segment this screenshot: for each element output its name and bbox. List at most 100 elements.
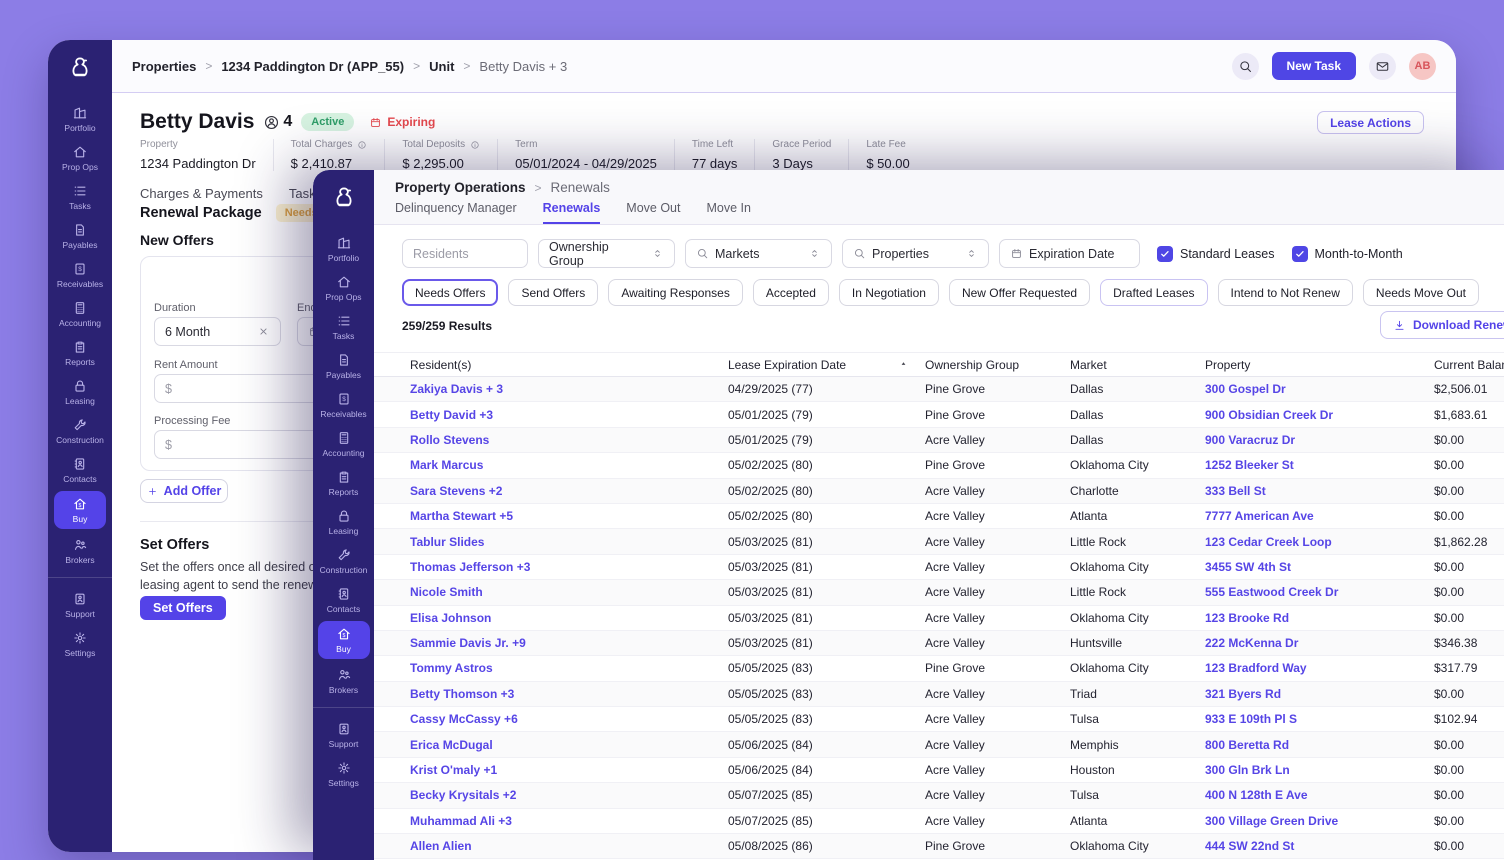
- table-row[interactable]: Zakiya Davis + 304/29/2025 (77)Pine Grov…: [374, 377, 1504, 402]
- resident-link[interactable]: Zakiya Davis + 3: [410, 382, 728, 396]
- expiration-date-field[interactable]: Expiration Date: [999, 239, 1140, 268]
- table-row[interactable]: Nicole Smith05/03/2025 (81)Acre ValleyLi…: [374, 580, 1504, 605]
- lease-actions-button[interactable]: Lease Actions: [1317, 111, 1424, 134]
- column-header-ownership-group[interactable]: Ownership Group: [925, 358, 1070, 372]
- property-link[interactable]: 300 Gln Brk Ln: [1205, 763, 1434, 777]
- properties-select[interactable]: Properties: [842, 239, 989, 268]
- sidebar-item-prop-ops[interactable]: Prop Ops: [48, 138, 112, 177]
- table-row[interactable]: Mark Marcus05/02/2025 (80)Pine GroveOkla…: [374, 453, 1504, 478]
- table-row[interactable]: Becky Krysitals +205/07/2025 (85)Acre Va…: [374, 783, 1504, 808]
- user-avatar[interactable]: AB: [1409, 53, 1436, 80]
- table-row[interactable]: Sammie Davis Jr. +905/03/2025 (81)Acre V…: [374, 631, 1504, 656]
- property-link[interactable]: 300 Gospel Dr: [1205, 382, 1434, 396]
- resident-link[interactable]: Betty David +3: [410, 408, 728, 422]
- resident-link[interactable]: Mark Marcus: [410, 458, 728, 472]
- filter-chip-accepted[interactable]: Accepted: [753, 279, 829, 306]
- duration-field[interactable]: [154, 317, 281, 346]
- column-header-market[interactable]: Market: [1070, 358, 1205, 372]
- resident-link[interactable]: Thomas Jefferson +3: [410, 560, 728, 574]
- filter-chip-drafted-leases[interactable]: Drafted Leases: [1100, 279, 1207, 306]
- filter-chip-awaiting-responses[interactable]: Awaiting Responses: [608, 279, 743, 306]
- sidebar-item-support[interactable]: Support: [313, 715, 374, 754]
- sidebar-item-portfolio[interactable]: Portfolio: [48, 99, 112, 138]
- column-header-resident-s-[interactable]: Resident(s): [410, 358, 728, 372]
- tab-delinquency-manager[interactable]: Delinquency Manager: [395, 201, 517, 224]
- table-row[interactable]: Sara Stevens +205/02/2025 (80)Acre Valle…: [374, 479, 1504, 504]
- table-row[interactable]: Martha Stewart +505/02/2025 (80)Acre Val…: [374, 504, 1504, 529]
- property-link[interactable]: 900 Varacruz Dr: [1205, 433, 1434, 447]
- resident-link[interactable]: Sara Stevens +2: [410, 484, 728, 498]
- sidebar-item-brokers[interactable]: Brokers: [48, 531, 112, 570]
- sidebar-item-tasks[interactable]: Tasks: [313, 307, 374, 346]
- property-link[interactable]: 900 Obsidian Creek Dr: [1205, 408, 1434, 422]
- column-header-current-balance[interactable]: Current Balance: [1434, 358, 1504, 372]
- standard-leases-checkbox[interactable]: Standard Leases: [1157, 246, 1275, 262]
- sidebar-item-accounting[interactable]: Accounting: [48, 294, 112, 333]
- breadcrumb-item[interactable]: Renewals: [551, 180, 610, 195]
- sidebar-item-settings[interactable]: Settings: [48, 624, 112, 663]
- sidebar-item-receivables[interactable]: $Receivables: [313, 385, 374, 424]
- resident-link[interactable]: Tablur Slides: [410, 535, 728, 549]
- resident-link[interactable]: Elisa Johnson: [410, 611, 728, 625]
- table-row[interactable]: Cassy McCassy +605/05/2025 (83)Acre Vall…: [374, 707, 1504, 732]
- filter-chip-intend-to-not-renew[interactable]: Intend to Not Renew: [1218, 279, 1353, 306]
- sidebar-item-reports[interactable]: Reports: [313, 463, 374, 502]
- sidebar-item-contacts[interactable]: Contacts: [313, 580, 374, 619]
- app-logo[interactable]: [313, 170, 374, 223]
- filter-chip-in-negotiation[interactable]: In Negotiation: [839, 279, 939, 306]
- property-link[interactable]: 222 McKenna Dr: [1205, 636, 1434, 650]
- property-link[interactable]: 7777 American Ave: [1205, 509, 1434, 523]
- property-link[interactable]: 123 Cedar Creek Loop: [1205, 535, 1434, 549]
- markets-select[interactable]: Markets: [685, 239, 832, 268]
- resident-link[interactable]: Tommy Astros: [410, 661, 728, 675]
- property-link[interactable]: 321 Byers Rd: [1205, 687, 1434, 701]
- resident-link[interactable]: Martha Stewart +5: [410, 509, 728, 523]
- breadcrumb-item[interactable]: Betty Davis + 3: [479, 59, 567, 74]
- sidebar-item-support[interactable]: Support: [48, 585, 112, 624]
- breadcrumb-item[interactable]: 1234 Paddington Dr (APP_55): [221, 59, 404, 74]
- property-link[interactable]: 400 N 128th E Ave: [1205, 788, 1434, 802]
- resident-link[interactable]: Erica McDugal: [410, 738, 728, 752]
- table-row[interactable]: Betty Thomson +305/05/2025 (83)Acre Vall…: [374, 682, 1504, 707]
- residents-input[interactable]: [413, 247, 517, 261]
- table-row[interactable]: Tommy Astros05/05/2025 (83)Pine GroveOkl…: [374, 656, 1504, 681]
- table-row[interactable]: Betty David +305/01/2025 (79)Pine GroveD…: [374, 402, 1504, 427]
- new-task-button[interactable]: New Task: [1272, 52, 1356, 80]
- sidebar-item-receivables[interactable]: $Receivables: [48, 255, 112, 294]
- property-link[interactable]: 444 SW 22nd St: [1205, 839, 1434, 853]
- app-logo[interactable]: [48, 40, 112, 93]
- table-row[interactable]: Rollo Stevens05/01/2025 (79)Acre ValleyD…: [374, 428, 1504, 453]
- set-offers-button[interactable]: Set Offers: [140, 596, 226, 620]
- property-link[interactable]: 333 Bell St: [1205, 484, 1434, 498]
- sidebar-item-buy[interactable]: $Buy: [318, 621, 370, 659]
- sidebar-item-payables[interactable]: Payables: [48, 216, 112, 255]
- sidebar-item-portfolio[interactable]: Portfolio: [313, 229, 374, 268]
- sidebar-item-buy[interactable]: $Buy: [54, 491, 106, 529]
- resident-link[interactable]: Nicole Smith: [410, 585, 728, 599]
- table-row[interactable]: Allen Alien05/08/2025 (86)Pine GroveOkla…: [374, 834, 1504, 859]
- sidebar-item-construction[interactable]: Construction: [48, 411, 112, 450]
- residents-filter[interactable]: [402, 239, 528, 268]
- sidebar-item-tasks[interactable]: Tasks: [48, 177, 112, 216]
- column-header-lease-expiration-date[interactable]: Lease Expiration Date: [728, 358, 925, 372]
- tab-move-in[interactable]: Move In: [706, 201, 750, 224]
- resident-link[interactable]: Sammie Davis Jr. +9: [410, 636, 728, 650]
- sidebar-item-brokers[interactable]: Brokers: [313, 661, 374, 700]
- property-link[interactable]: 123 Brooke Rd: [1205, 611, 1434, 625]
- search-button[interactable]: [1232, 53, 1259, 80]
- ownership-group-select[interactable]: Ownership Group: [538, 239, 675, 268]
- mail-button[interactable]: [1369, 53, 1396, 80]
- property-link[interactable]: 123 Bradford Way: [1205, 661, 1434, 675]
- table-row[interactable]: Muhammad Ali +305/07/2025 (85)Acre Valle…: [374, 809, 1504, 834]
- table-row[interactable]: Erica McDugal05/06/2025 (84)Acre ValleyM…: [374, 732, 1504, 757]
- tab-renewals[interactable]: Renewals: [543, 201, 601, 224]
- property-link[interactable]: 1252 Bleeker St: [1205, 458, 1434, 472]
- property-link[interactable]: 555 Eastwood Creek Dr: [1205, 585, 1434, 599]
- sidebar-item-contacts[interactable]: Contacts: [48, 450, 112, 489]
- breadcrumb-item[interactable]: Property Operations: [395, 180, 526, 195]
- property-link[interactable]: 933 E 109th Pl S: [1205, 712, 1434, 726]
- breadcrumb-item[interactable]: Properties: [132, 59, 196, 74]
- add-offer-button[interactable]: Add Offer: [140, 479, 228, 503]
- close-x-icon[interactable]: [257, 325, 270, 338]
- resident-link[interactable]: Muhammad Ali +3: [410, 814, 728, 828]
